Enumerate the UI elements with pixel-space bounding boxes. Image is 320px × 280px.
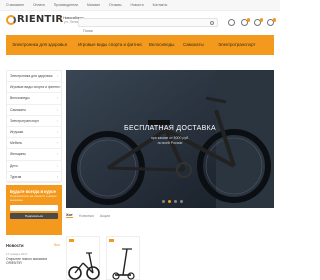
sidebar-item[interactable]: Велосипеды ›: [7, 93, 61, 105]
hero-subtitle-line: по всей России: [157, 141, 183, 145]
sidebar-item-label: Самокаты: [10, 107, 26, 112]
badge: [259, 18, 263, 22]
chevron-right-icon: ›: [56, 118, 58, 123]
slider-dot[interactable]: [180, 200, 183, 203]
sidebar-item[interactable]: Электроника для здоровья ›: [7, 71, 61, 83]
sidebar-item-label: Электротранспорт: [10, 118, 39, 123]
sidebar-item[interactable]: Электротранспорт ›: [7, 116, 61, 127]
news-date: 17 января 2017: [6, 252, 28, 256]
nav-item-health[interactable]: Электроника для здоровья: [12, 42, 67, 47]
news-text[interactable]: Открытие нового магазина ORIENTIR: [6, 257, 62, 265]
sidebar-item-label: Игровые виды спорта и фитнес: [10, 85, 60, 90]
slider-dot[interactable]: [162, 200, 165, 203]
sidebar-item[interactable]: Игровые виды спорта и фитнес ›: [7, 82, 61, 94]
user-icon[interactable]: [228, 19, 235, 26]
product-card[interactable]: [66, 236, 100, 280]
top-link[interactable]: Отзывы: [109, 3, 121, 7]
chevron-right-icon: ›: [56, 174, 58, 179]
site-header: RIENTIR ●Новосибирск ул. Ленина: [0, 11, 280, 35]
top-link[interactable]: Новости: [130, 3, 143, 7]
tab-hit[interactable]: Хит: [66, 213, 73, 218]
search-icon[interactable]: [210, 21, 214, 25]
badge: [246, 18, 250, 22]
top-links-bar: О магазине Оплата Производители Магазин …: [0, 0, 280, 11]
subscribe-promo: Будьте всегда в курсе Подпишитесь на нов…: [6, 185, 62, 235]
nav-item-scooters[interactable]: Самокаты: [183, 42, 204, 47]
location-pin-icon: ●: [60, 16, 63, 20]
badge: [272, 18, 276, 22]
chevron-right-icon: ›: [59, 85, 61, 90]
sidebar-item-label: Дети: [10, 163, 18, 168]
sidebar-item[interactable]: Женщины ›: [7, 149, 61, 161]
product-badge: [69, 239, 74, 242]
compare-icon[interactable]: [254, 18, 263, 26]
header-icons: [228, 18, 276, 26]
product-image: [68, 252, 100, 280]
heart-icon[interactable]: [241, 18, 250, 26]
search-input[interactable]: [79, 27, 217, 35]
sidebar-item[interactable]: Самокаты ›: [7, 105, 61, 116]
product-image: [112, 248, 135, 280]
chevron-right-icon: ›: [56, 163, 58, 168]
sidebar-item-label: Велосипеды: [10, 96, 30, 101]
sidebar-item-label: Игрушки: [10, 130, 24, 135]
slider-dot-active[interactable]: [168, 200, 171, 203]
sidebar-item[interactable]: Мебель ›: [7, 138, 61, 150]
hero-title: БЕСПЛАТНАЯ ДОСТАВКА: [124, 125, 216, 132]
hero-subtitle: при заказе от 5000 руб. по всей России: [66, 136, 274, 146]
hero-banner[interactable]: БЕСПЛАТНАЯ ДОСТАВКА при заказе от 5000 р…: [66, 70, 274, 208]
news-all-link[interactable]: Все: [54, 243, 60, 247]
chevron-right-icon: ›: [56, 96, 58, 101]
product-card[interactable]: [106, 236, 140, 280]
top-link[interactable]: Контакты: [153, 3, 168, 7]
chevron-right-icon: ›: [56, 74, 58, 79]
top-link[interactable]: Производители: [54, 3, 78, 7]
search-box: [78, 18, 218, 35]
top-link[interactable]: Магазин: [87, 3, 100, 7]
sidebar-categories: Электроника для здоровья › Игровые виды с…: [6, 70, 62, 183]
product-badge: [109, 239, 114, 242]
logo-text: RIENTIR: [17, 14, 64, 25]
top-link[interactable]: О магазине: [6, 3, 24, 7]
chevron-right-icon: ›: [56, 152, 58, 157]
sidebar-item-label: Женщины: [10, 152, 26, 157]
category-nav: Электроника для здоровья Игровые виды сп…: [6, 35, 274, 55]
email-field[interactable]: [10, 205, 58, 212]
sidebar-item-label: Электроника для здоровья: [10, 74, 53, 79]
cart-icon[interactable]: [267, 18, 276, 26]
chevron-right-icon: ›: [56, 130, 58, 135]
nav-item-sports[interactable]: Игровые виды спорта и фитнес: [78, 42, 142, 47]
promo-description: Подпишитесь на новости и акции магазина: [10, 194, 57, 202]
top-link[interactable]: Оплата: [33, 3, 45, 7]
news-block: Новости Все 17 января 2017 Открытие ново…: [6, 243, 62, 265]
tab-new[interactable]: Новинка: [79, 214, 94, 218]
sidebar-item[interactable]: Туризм ›: [7, 172, 61, 183]
product-tabs: Хит Новинка Акция: [66, 213, 110, 218]
sidebar-item-label: Мебель: [10, 141, 23, 146]
nav-item-bicycles[interactable]: Велосипеды: [149, 42, 174, 47]
subscribe-button[interactable]: Подписаться: [10, 213, 58, 220]
sidebar-item-label: Туризм: [10, 174, 22, 179]
logo-ring-icon: [6, 15, 16, 25]
chevron-right-icon: ›: [56, 107, 58, 112]
nav-item-electro[interactable]: Электротранспорт: [218, 42, 255, 47]
chevron-right-icon: ›: [56, 141, 58, 146]
slider-dots: [162, 200, 183, 203]
slider-dot[interactable]: [174, 200, 177, 203]
site-logo[interactable]: RIENTIR: [6, 15, 63, 25]
tab-sale[interactable]: Акция: [100, 214, 111, 218]
sidebar-item[interactable]: Игрушки ›: [7, 127, 61, 139]
sidebar-item[interactable]: Дети ›: [7, 161, 61, 172]
